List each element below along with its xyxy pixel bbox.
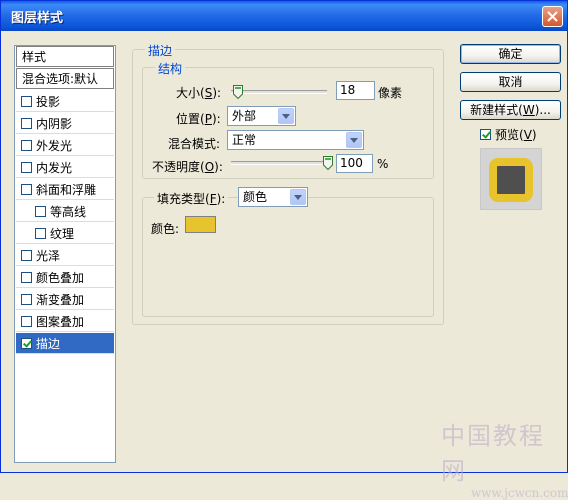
ok-button[interactable]: 确定: [460, 44, 561, 64]
style-checkbox[interactable]: [21, 117, 32, 129]
style-list-label: 混合选项:默认: [22, 72, 99, 86]
style-checkbox[interactable]: [21, 161, 32, 173]
size-input[interactable]: 18: [336, 81, 375, 100]
style-checkbox[interactable]: [35, 227, 46, 239]
opacity-unit: %: [377, 157, 389, 171]
structure-group-title: 结构: [155, 60, 186, 77]
window-title: 图层样式: [11, 11, 64, 26]
opacity-slider-track[interactable]: [231, 161, 328, 165]
style-list-item[interactable]: 光泽: [16, 245, 114, 266]
color-swatch[interactable]: [185, 216, 216, 233]
style-checkbox[interactable]: [21, 271, 32, 283]
style-list-label: 颜色叠加: [36, 270, 85, 285]
style-list-label: 样式: [22, 50, 47, 64]
style-list-label: 投影: [36, 94, 61, 109]
style-list-item[interactable]: 描边: [16, 333, 114, 354]
style-list-label: 内发光: [36, 160, 73, 175]
style-checkbox[interactable]: [21, 337, 32, 349]
style-list-item[interactable]: 纹理: [16, 223, 114, 244]
style-list: 样式混合选项:默认投影内阴影外发光内发光斜面和浮雕等高线纹理光泽颜色叠加渐变叠加…: [14, 45, 116, 463]
size-unit: 像素: [378, 86, 403, 100]
style-list-item[interactable]: 样式: [16, 46, 114, 67]
style-list-label: 外发光: [36, 138, 73, 153]
style-checkbox[interactable]: [21, 139, 32, 151]
preview-shape: [489, 158, 533, 202]
color-label: 颜色:: [151, 222, 180, 236]
style-list-label: 渐变叠加: [36, 292, 85, 307]
blend-mode-label: 混合模式:: [168, 137, 221, 151]
stroke-group-title: 描边: [145, 42, 176, 59]
dialog-body: 样式混合选项:默认投影内阴影外发光内发光斜面和浮雕等高线纹理光泽颜色叠加渐变叠加…: [4, 31, 568, 500]
preview-checkbox-row[interactable]: 预览(V): [480, 126, 537, 143]
fill-type-label: 填充类型(F):: [154, 190, 229, 207]
layer-style-dialog: 图层样式 样式混合选项:默认投影内阴影外发光内发光斜面和浮雕等高线纹理光泽颜色叠…: [0, 0, 568, 500]
watermark: 中国教程网 www.jcwcn.com: [441, 416, 568, 500]
opacity-slider-thumb[interactable]: [323, 156, 333, 170]
size-label: 大小(S):: [176, 86, 222, 100]
style-list-label: 内阴影: [36, 116, 73, 131]
style-checkbox[interactable]: [35, 205, 46, 217]
position-value: 外部: [232, 109, 257, 123]
style-list-label: 斜面和浮雕: [36, 182, 97, 197]
style-list-item[interactable]: 混合选项:默认: [16, 68, 114, 89]
close-icon: [547, 11, 558, 22]
fill-group: [142, 197, 434, 317]
new-style-button[interactable]: 新建样式(W)...: [460, 100, 561, 120]
chevron-down-icon[interactable]: [278, 108, 294, 124]
blend-mode-select[interactable]: 正常: [227, 130, 364, 150]
style-list-label: 等高线: [50, 204, 87, 219]
style-list-item[interactable]: 投影: [16, 91, 114, 112]
opacity-input[interactable]: 100: [336, 154, 373, 173]
fill-type-value: 颜色: [243, 190, 268, 204]
chevron-down-icon[interactable]: [290, 189, 306, 205]
preview-checkbox[interactable]: [480, 129, 491, 140]
style-list-item[interactable]: 等高线: [16, 201, 114, 222]
style-list-label: 纹理: [50, 226, 75, 241]
style-list-label: 描边: [36, 336, 61, 351]
style-list-item[interactable]: 外发光: [16, 135, 114, 156]
size-slider-thumb[interactable]: [232, 85, 243, 99]
position-label: 位置(P):: [176, 112, 221, 126]
style-list-label: 光泽: [36, 248, 61, 263]
style-list-item[interactable]: 内阴影: [16, 113, 114, 134]
style-list-item[interactable]: 斜面和浮雕: [16, 179, 114, 200]
style-list-item[interactable]: 颜色叠加: [16, 267, 114, 288]
position-select[interactable]: 外部: [227, 106, 296, 126]
opacity-label: 不透明度(O):: [152, 160, 223, 174]
style-checkbox[interactable]: [21, 95, 32, 107]
fill-type-select[interactable]: 颜色: [238, 187, 308, 207]
style-checkbox[interactable]: [21, 249, 32, 261]
title-bar[interactable]: 图层样式: [1, 1, 567, 31]
watermark-main-text: 中国教程网: [441, 422, 545, 485]
style-checkbox[interactable]: [21, 315, 32, 327]
style-checkbox[interactable]: [21, 183, 32, 195]
size-slider-track[interactable]: [231, 90, 327, 94]
style-checkbox[interactable]: [21, 293, 32, 305]
watermark-url: www.jcwcn.com: [471, 486, 568, 500]
style-list-item[interactable]: 图案叠加: [16, 311, 114, 332]
blend-mode-value: 正常: [232, 133, 257, 147]
preview-label: 预览(V): [495, 128, 537, 142]
chevron-down-icon[interactable]: [346, 132, 362, 148]
style-list-label: 图案叠加: [36, 314, 85, 329]
style-preview: [480, 148, 542, 210]
style-list-item[interactable]: 渐变叠加: [16, 289, 114, 310]
close-button[interactable]: [542, 6, 563, 27]
cancel-button[interactable]: 取消: [460, 72, 561, 92]
style-list-item[interactable]: 内发光: [16, 157, 114, 178]
